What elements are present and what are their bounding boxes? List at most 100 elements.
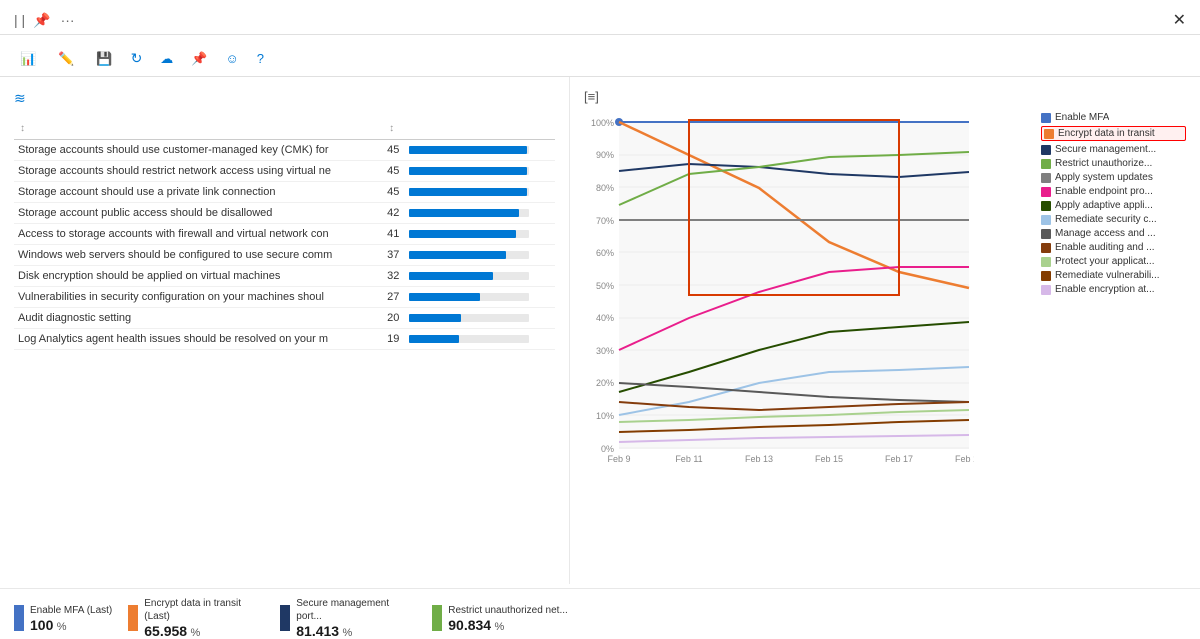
legend-color-3: [1041, 159, 1051, 169]
kpi-label-2: Secure management port...: [296, 597, 416, 623]
table-row: Disk encryption should be applied on vir…: [14, 266, 555, 287]
main-content: ≋ ↕ ↕ Storage: [0, 77, 1200, 584]
legend-color-1: [1044, 129, 1054, 139]
kpi-item-3: Restrict unauthorized net... 90.834 %: [432, 597, 568, 639]
title-bar: | | 📌 ··· ✕: [0, 0, 1200, 35]
save-icon: 💾: [96, 51, 112, 67]
kpi-value-row-2: 81.413 %: [296, 623, 416, 639]
pin-toolbar-icon: 📌: [191, 51, 207, 67]
legend-color-4: [1041, 173, 1051, 183]
legend-label-8: Manage access and ...: [1055, 228, 1156, 239]
legend-label-2: Secure management...: [1055, 144, 1156, 155]
legend-label-3: Restrict unauthorize...: [1055, 158, 1152, 169]
kpi-label-1: Encrypt data in transit (Last): [144, 597, 264, 623]
toolbar-edit[interactable]: ✏️: [52, 48, 84, 70]
toolbar: 📊 ✏️ 💾 ↻ ☁ 📌 ☺ ?: [0, 41, 1200, 77]
toolbar-pin[interactable]: 📌: [185, 48, 213, 70]
row-name-2: Storage account should use a private lin…: [14, 182, 383, 203]
kpi-item-2: Secure management port... 81.413 %: [280, 597, 416, 639]
pin-icon[interactable]: 📌: [33, 12, 50, 29]
list-icon: ≋: [14, 90, 26, 107]
legend-color-9: [1041, 243, 1051, 253]
svg-text:20%: 20%: [596, 378, 614, 388]
kpi-color-1: [128, 605, 138, 631]
col-header-count[interactable]: ↕: [383, 117, 555, 140]
row-name-5: Windows web servers should be configured…: [14, 245, 383, 266]
toolbar-save[interactable]: 💾: [90, 48, 118, 70]
sort-icon-count: ↕: [389, 123, 394, 134]
breadcrumb-separator1: |: [14, 12, 22, 28]
row-count-8: 20: [383, 308, 555, 329]
table-row: Storage accounts should use customer-man…: [14, 140, 555, 161]
legend-item-9: Enable auditing and ...: [1041, 242, 1186, 253]
kpi-content-3: Restrict unauthorized net... 90.834 %: [448, 604, 568, 633]
row-name-3: Storage account public access should be …: [14, 203, 383, 224]
kpi-row: Enable MFA (Last) 100 % Encrypt data in …: [0, 588, 1200, 639]
toolbar-workbooks[interactable]: 📊: [14, 48, 46, 70]
legend-item-0: Enable MFA: [1041, 112, 1186, 123]
svg-text:80%: 80%: [596, 183, 614, 193]
chart-legend: Enable MFA Encrypt data in transit Secur…: [1041, 112, 1186, 465]
close-icon[interactable]: ✕: [1173, 10, 1186, 30]
kpi-content-1: Encrypt data in transit (Last) 65.958 %: [144, 597, 264, 639]
table-row: Access to storage accounts with firewall…: [14, 224, 555, 245]
legend-color-10: [1041, 257, 1051, 267]
svg-text:Feb 19: Feb 19: [955, 454, 974, 462]
row-count-2: 45: [383, 182, 555, 203]
chart-header-icon: [≡]: [584, 89, 599, 104]
legend-item-8: Manage access and ...: [1041, 228, 1186, 239]
legend-item-11: Remediate vulnerabili...: [1041, 270, 1186, 281]
legend-label-7: Remediate security c...: [1055, 214, 1157, 225]
legend-color-8: [1041, 229, 1051, 239]
legend-color-12: [1041, 285, 1051, 295]
row-count-3: 42: [383, 203, 555, 224]
legend-label-0: Enable MFA: [1055, 112, 1109, 123]
line-chart-svg: 100% 90% 80% 70% 60% 50% 40% 30% 20% 10%…: [584, 112, 974, 462]
kpi-color-0: [14, 605, 24, 631]
legend-label-9: Enable auditing and ...: [1055, 242, 1155, 253]
kpi-unit-0: %: [57, 621, 67, 633]
toolbar-feedback[interactable]: ☺: [219, 48, 244, 69]
breadcrumb-separator2: |: [22, 12, 26, 28]
kpi-color-2: [280, 605, 290, 631]
row-name-1: Storage accounts should restrict network…: [14, 161, 383, 182]
row-name-0: Storage accounts should use customer-man…: [14, 140, 383, 161]
kpi-value-2: 81.413: [296, 623, 339, 639]
table-row: Storage account should use a private lin…: [14, 182, 555, 203]
legend-color-7: [1041, 215, 1051, 225]
left-section-header: ≋: [14, 89, 555, 107]
chart-svg-container: 100% 90% 80% 70% 60% 50% 40% 30% 20% 10%…: [584, 112, 1037, 465]
kpi-color-3: [432, 605, 442, 631]
cloud-icon: ☁: [160, 51, 173, 67]
feedback-icon: ☺: [225, 51, 238, 66]
svg-text:10%: 10%: [596, 411, 614, 421]
legend-label-5: Enable endpoint pro...: [1055, 186, 1153, 197]
svg-text:30%: 30%: [596, 346, 614, 356]
toolbar-refresh[interactable]: ↻: [125, 47, 149, 70]
row-name-9: Log Analytics agent health issues should…: [14, 329, 383, 350]
svg-text:50%: 50%: [596, 281, 614, 291]
col-header-name[interactable]: ↕: [14, 117, 383, 140]
svg-text:90%: 90%: [596, 150, 614, 160]
kpi-content-2: Secure management port... 81.413 %: [296, 597, 416, 639]
row-count-6: 32: [383, 266, 555, 287]
kpi-unit-1: %: [190, 627, 200, 639]
x-axis: Feb 9 Feb 11 Feb 13 Feb 15 Feb 17 Feb 19: [607, 454, 974, 462]
legend-item-1: Encrypt data in transit: [1041, 126, 1186, 141]
app-title: | |: [14, 12, 25, 28]
legend-color-2: [1041, 145, 1051, 155]
toolbar-cloud[interactable]: ☁: [154, 48, 179, 70]
more-options-icon[interactable]: ···: [61, 12, 75, 28]
workbooks-icon: 📊: [20, 51, 36, 67]
kpi-label-3: Restrict unauthorized net...: [448, 604, 568, 617]
row-count-1: 45: [383, 161, 555, 182]
row-count-4: 41: [383, 224, 555, 245]
svg-text:100%: 100%: [591, 118, 614, 128]
kpi-unit-3: %: [494, 621, 504, 633]
kpi-value-row-0: 100 %: [30, 617, 112, 633]
toolbar-help[interactable]: ?: [251, 48, 274, 69]
refresh-icon: ↻: [131, 50, 143, 67]
row-name-7: Vulnerabilities in security configuratio…: [14, 287, 383, 308]
legend-item-2: Secure management...: [1041, 144, 1186, 155]
table-row: Windows web servers should be configured…: [14, 245, 555, 266]
